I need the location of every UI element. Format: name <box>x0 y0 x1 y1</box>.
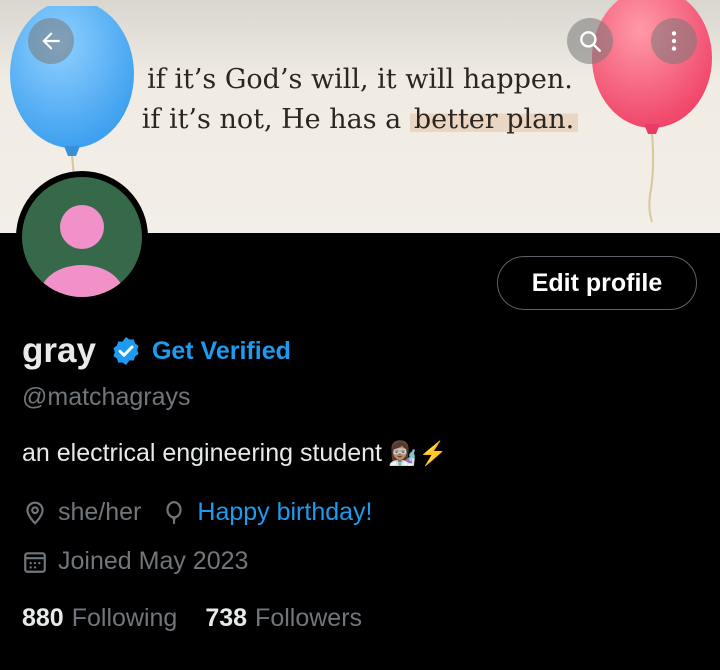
more-button[interactable] <box>651 18 697 64</box>
avatar-image <box>22 177 142 297</box>
avatar[interactable] <box>16 171 148 303</box>
location-pin-icon <box>26 501 44 525</box>
name-row: gray Get Verified <box>22 330 291 372</box>
calendar-icon <box>24 551 46 573</box>
quote-line-2-start: if it’s not, He has a <box>141 104 410 135</box>
follow-stats: 880 Following 738 Followers <box>22 604 362 633</box>
back-button[interactable] <box>28 18 74 64</box>
verified-badge-icon[interactable] <box>110 335 142 367</box>
get-verified-link[interactable]: Get Verified <box>152 337 291 366</box>
following-count: 880 <box>22 604 64 632</box>
followers-link[interactable]: 738 Followers <box>205 604 362 633</box>
scientist-emoji-icon: 👩🏽‍🔬 <box>387 440 417 466</box>
followers-count: 738 <box>205 604 248 632</box>
following-label: Following <box>71 604 178 632</box>
joined-row: Joined May 2023 <box>22 547 248 576</box>
quote-line-2: if it’s not, He has a better plan. <box>0 100 720 140</box>
search-icon <box>580 31 601 52</box>
profile-meta-row: she/her Happy birthday! <box>22 498 373 527</box>
arrow-left-icon <box>42 32 60 50</box>
edit-profile-button[interactable]: Edit profile <box>497 256 697 310</box>
balloon-icon <box>166 500 182 524</box>
search-button[interactable] <box>567 18 613 64</box>
username-handle: @matchagrays <box>22 383 191 411</box>
followers-label: Followers <box>255 604 363 632</box>
display-name: gray <box>22 331 96 370</box>
lightning-emoji-icon: ⚡ <box>418 440 448 466</box>
quote-line-1: if it’s God’s will, it will happen. <box>147 64 573 95</box>
more-vertical-icon <box>671 31 677 51</box>
birthday-link[interactable]: Happy birthday! <box>197 498 372 527</box>
default-person-icon <box>40 205 124 297</box>
banner-quote: if it’s God’s will, it will happen. if i… <box>0 60 720 140</box>
bio-text: an electrical engineering student <box>22 439 382 467</box>
following-link[interactable]: 880 Following <box>22 604 177 633</box>
pronouns-text: she/her <box>58 498 142 526</box>
bio: an electrical engineering student 👩🏽‍🔬 ⚡ <box>22 439 447 468</box>
joined-date: Joined May 2023 <box>58 547 249 575</box>
quote-highlight: better plan. <box>409 104 579 135</box>
